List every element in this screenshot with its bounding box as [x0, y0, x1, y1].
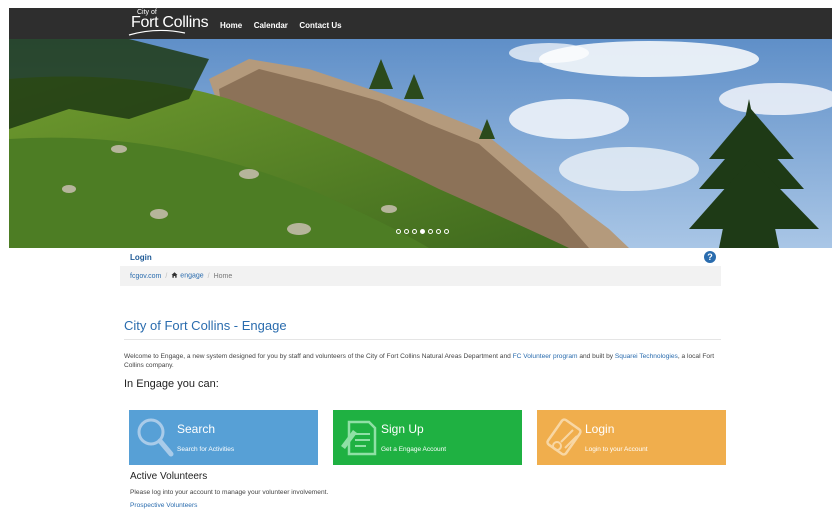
intro-paragraph: Welcome to Engage, a new system designed… [124, 352, 724, 370]
logo-swoosh-icon [128, 29, 186, 36]
carousel-indicators [396, 229, 449, 234]
active-volunteers-text: Please log into your account to manage y… [130, 489, 329, 496]
breadcrumb-separator: / [207, 272, 210, 280]
nav-contact-us[interactable]: Contact Us [299, 21, 341, 30]
page-title: City of Fort Collins - Engage [124, 318, 287, 333]
breadcrumb-engage[interactable]: engage [171, 272, 204, 280]
squarei-link[interactable]: Squarei Technologies [615, 353, 678, 360]
key-card-icon [546, 418, 582, 456]
breadcrumb-current: Home [213, 272, 233, 280]
breadcrumb-engage-label: engage [180, 272, 204, 280]
breadcrumb-fcgov[interactable]: fcgov.com [130, 273, 161, 280]
carousel-dot[interactable] [436, 229, 441, 234]
help-icon[interactable]: ? [704, 251, 716, 263]
main-nav: Home Calendar Contact Us [213, 15, 342, 33]
search-tile-subtitle: Search for Activities [177, 446, 235, 453]
intro-text-2: and built by [577, 353, 615, 360]
signup-tile[interactable]: Sign Up Get a Engage Account [333, 410, 522, 465]
intro-text-1: Welcome to Engage, a new system designed… [124, 353, 513, 360]
hero-landscape-image [9, 39, 832, 248]
engage-heading: In Engage you can: [124, 378, 219, 390]
fc-volunteer-link[interactable]: FC Volunteer program [513, 353, 578, 360]
hero-carousel[interactable] [9, 39, 832, 248]
carousel-dot[interactable] [412, 229, 417, 234]
signup-form-icon [341, 420, 377, 456]
breadcrumb-separator: / [165, 272, 168, 280]
login-tile-subtitle: Login to your Account [585, 446, 648, 453]
carousel-dot[interactable] [396, 229, 401, 234]
title-divider [124, 339, 721, 340]
signup-tile-subtitle: Get a Engage Account [381, 446, 447, 453]
nav-calendar[interactable]: Calendar [254, 21, 288, 30]
carousel-dot[interactable] [404, 229, 409, 234]
top-navbar: City of Fort Collins Home Calendar Conta… [9, 8, 832, 39]
active-volunteers-heading: Active Volunteers [130, 471, 208, 482]
login-link[interactable]: Login [130, 253, 152, 262]
magnifier-icon [137, 418, 174, 457]
home-icon [171, 272, 178, 278]
search-tile[interactable]: Search Search for Activities [129, 410, 318, 465]
carousel-dot-active[interactable] [420, 229, 425, 234]
prospective-volunteers-link[interactable]: Prospective Volunteers [130, 502, 197, 509]
carousel-dot[interactable] [444, 229, 449, 234]
carousel-dot[interactable] [428, 229, 433, 234]
breadcrumb: fcgov.com / engage / Home [120, 266, 721, 286]
search-tile-title: Search [177, 422, 216, 436]
fort-collins-logo[interactable]: City of Fort Collins [127, 8, 213, 39]
nav-home[interactable]: Home [220, 21, 242, 30]
login-tile[interactable]: Login Login to your Account [537, 410, 726, 465]
signup-tile-title: Sign Up [381, 422, 424, 436]
login-tile-title: Login [585, 422, 615, 436]
